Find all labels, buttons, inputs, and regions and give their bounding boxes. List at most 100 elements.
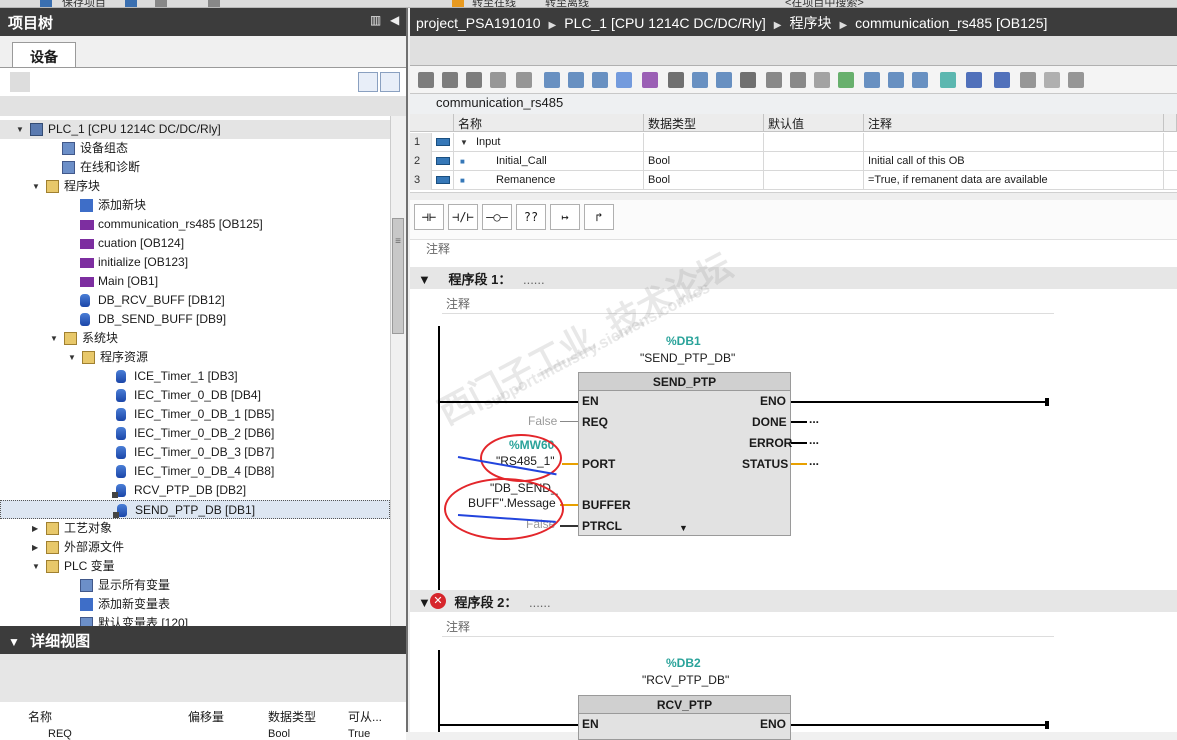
param-comment[interactable]: Initial call of this OB	[864, 152, 1164, 171]
tree-item[interactable]: DB_SEND_BUFF [DB9]	[0, 310, 390, 329]
toolbar-tool-icon[interactable]	[912, 72, 928, 88]
tab-devices[interactable]: 设备	[12, 42, 76, 68]
param-default[interactable]	[764, 152, 864, 171]
tree-item[interactable]: Main [OB1]	[0, 272, 390, 291]
empty-box-icon[interactable]: ??	[516, 204, 546, 230]
tree-item[interactable]: communication_rs485 [OB125]	[0, 215, 390, 234]
expanded-arrow-icon[interactable]: ▼	[50, 329, 60, 348]
tree-item[interactable]: 显示所有变量	[0, 576, 390, 595]
toolbar-tool-icon[interactable]	[1020, 72, 1036, 88]
param-name[interactable]: Remanence	[454, 171, 644, 190]
network-1-header[interactable]: ▼ 程序段 1： ......	[410, 267, 1177, 289]
tree-item[interactable]: ▶ 工艺对象	[0, 519, 390, 538]
status-output[interactable]: ...	[809, 454, 819, 468]
detail-cell-name[interactable]: REQ	[48, 728, 72, 740]
add-device-icon[interactable]	[10, 72, 30, 92]
coil-icon[interactable]: –○–	[482, 204, 512, 230]
param-type[interactable]	[644, 133, 764, 152]
tree-item[interactable]: IEC_Timer_0_DB_2 [DB6]	[0, 424, 390, 443]
param-icon-cell[interactable]	[432, 171, 454, 190]
toolbar-tool-icon[interactable]	[516, 72, 532, 88]
network-1-collapse-icon[interactable]: ▼	[418, 272, 431, 287]
detail-view-header[interactable]: ▼ 详细视图	[0, 626, 406, 654]
tree-item[interactable]: RCV_PTP_DB [DB2]	[0, 481, 390, 500]
toolbar-tool-icon[interactable]	[766, 72, 782, 88]
tree-item[interactable]: IEC_Timer_0_DB [DB4]	[0, 386, 390, 405]
open-branch-icon[interactable]: ↦	[550, 204, 580, 230]
tree-item[interactable]: cuation [OB124]	[0, 234, 390, 253]
collapsed-arrow-icon[interactable]: ▶	[32, 519, 42, 538]
expanded-arrow-icon[interactable]: ▼	[68, 348, 78, 367]
param-name[interactable]: Input	[454, 133, 644, 152]
toolbar-tool-icon[interactable]	[940, 72, 956, 88]
expanded-arrow-icon[interactable]: ▼	[460, 133, 468, 152]
tree-item[interactable]: 在线和诊断	[0, 158, 390, 177]
collapse-panel-icon[interactable]: ◀	[390, 13, 399, 27]
toolbar-tool-icon[interactable]	[864, 72, 880, 88]
delete-icon[interactable]	[208, 0, 220, 7]
tree-item[interactable]: IEC_Timer_0_DB_1 [DB5]	[0, 405, 390, 424]
project-icon[interactable]	[125, 0, 137, 7]
iface-row[interactable]: 1 Input ▼	[410, 133, 1177, 152]
iface-splitter[interactable]	[410, 192, 1177, 200]
tree-item[interactable]: ▼ 程序块	[0, 177, 390, 196]
toolbar-tool-icon[interactable]	[994, 72, 1010, 88]
network-2-comment[interactable]: 注释	[442, 615, 1054, 637]
toolbar-tool-icon[interactable]	[692, 72, 708, 88]
req-value[interactable]: False	[528, 414, 557, 428]
collapsed-arrow-icon[interactable]: ▶	[32, 538, 42, 557]
tree-item[interactable]: ▼ 程序资源	[0, 348, 390, 367]
save-icon[interactable]	[40, 0, 52, 7]
refresh-icon[interactable]	[380, 72, 400, 92]
toolbar-tool-icon[interactable]	[838, 72, 854, 88]
tree-item[interactable]: 添加新块	[0, 196, 390, 215]
network-2-collapse-icon[interactable]: ▼	[418, 595, 431, 610]
toolbar-tool-icon[interactable]	[1068, 72, 1084, 88]
param-type[interactable]: Bool	[644, 152, 764, 171]
error-output[interactable]: ...	[809, 433, 819, 447]
toolbar-tool-icon[interactable]	[592, 72, 608, 88]
network-2-header[interactable]: ▼ ✕ 程序段 2： ......	[410, 590, 1177, 612]
nc-contact-icon[interactable]: ⊣/⊢	[448, 204, 478, 230]
toolbar-tool-icon[interactable]	[1044, 72, 1060, 88]
go-online-icon[interactable]	[452, 0, 464, 7]
tree-item[interactable]: SEND_PTP_DB [DB1]	[0, 500, 390, 519]
param-icon-cell[interactable]	[432, 152, 454, 171]
tree-item[interactable]: IEC_Timer_0_DB_3 [DB7]	[0, 443, 390, 462]
tree-item[interactable]: IEC_Timer_0_DB_4 [DB8]	[0, 462, 390, 481]
toolbar-tool-icon[interactable]	[790, 72, 806, 88]
toolbar-tool-icon[interactable]	[544, 72, 560, 88]
toolbar-tool-icon[interactable]	[814, 72, 830, 88]
expanded-arrow-icon[interactable]: ▼	[16, 120, 26, 139]
expanded-arrow-icon[interactable]: ▼	[32, 177, 42, 196]
breadcrumb-program-blocks[interactable]: 程序块	[789, 15, 831, 31]
iface-row[interactable]: 3 Remanence Bool =True, if remanent data ar…	[410, 171, 1177, 190]
param-type[interactable]: Bool	[644, 171, 764, 190]
save-project-button[interactable]: 保存项目	[62, 0, 106, 7]
toolbar-tool-icon[interactable]	[490, 72, 506, 88]
collapse-detail-icon[interactable]: ▼	[8, 635, 20, 649]
toolbar-tool-icon[interactable]	[442, 72, 458, 88]
tree-item[interactable]: ▼ PLC 变量	[0, 557, 390, 576]
tree-item[interactable]: 添加新变量表	[0, 595, 390, 614]
toolbar-tool-icon[interactable]	[568, 72, 584, 88]
expanded-arrow-icon[interactable]: ▼	[32, 557, 42, 576]
done-output[interactable]: ...	[809, 412, 819, 426]
toolbar-tool-icon[interactable]	[966, 72, 982, 88]
param-default[interactable]	[764, 133, 864, 152]
tree-item[interactable]: ▶ 外部源文件	[0, 538, 390, 557]
toolbar-tool-icon[interactable]	[740, 72, 756, 88]
overview-icon[interactable]	[358, 72, 378, 92]
tree-item[interactable]: ▼ 系统块	[0, 329, 390, 348]
toolbar-tool-icon[interactable]	[668, 72, 684, 88]
tree-item[interactable]: DB_RCV_BUFF [DB12]	[0, 291, 390, 310]
close-branch-icon[interactable]: ↱	[584, 204, 614, 230]
toolbar-tool-icon[interactable]	[616, 72, 632, 88]
tree-item[interactable]: 设备组态	[0, 139, 390, 158]
block-comment[interactable]: 注释	[426, 240, 450, 257]
go-offline-button[interactable]: 转至离线	[545, 0, 589, 7]
expand-block-icon[interactable]: ▼	[679, 523, 688, 533]
breadcrumb-block[interactable]: communication_rs485 [OB125]	[855, 15, 1047, 31]
param-icon-cell[interactable]	[432, 133, 454, 152]
tree-scrollbar[interactable]	[390, 116, 406, 626]
